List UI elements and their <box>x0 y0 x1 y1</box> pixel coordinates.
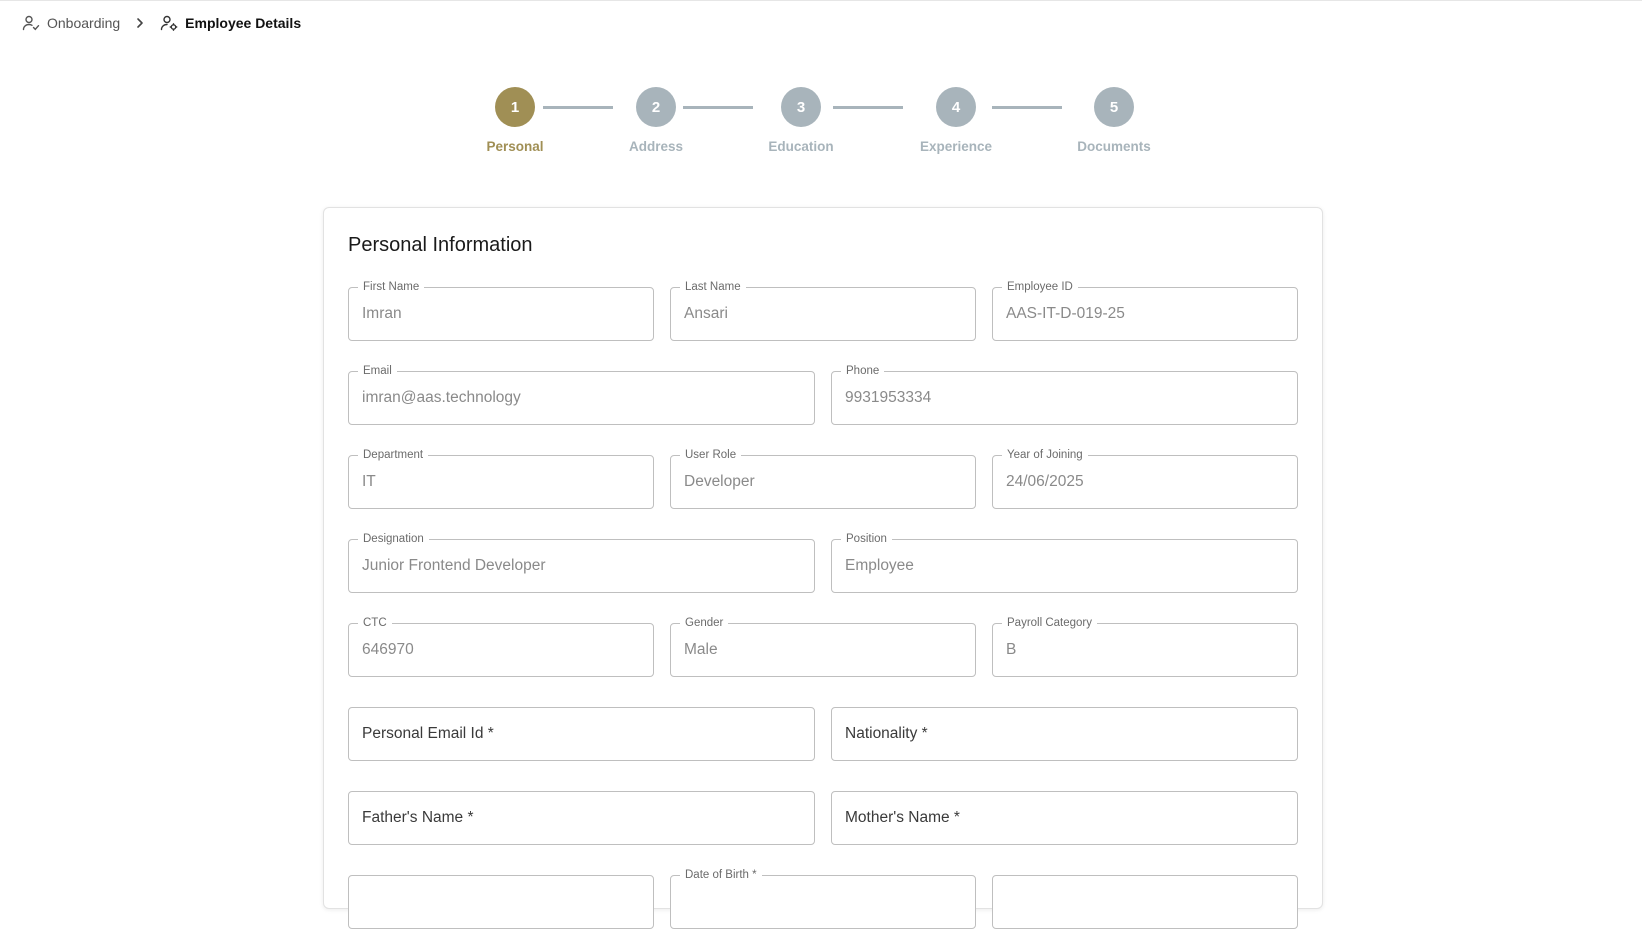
nationality-input[interactable] <box>832 708 1297 760</box>
ctc-input[interactable] <box>349 624 653 676</box>
employee-id-field: Employee ID <box>992 280 1298 341</box>
step-number: 5 <box>1094 87 1134 127</box>
ctc-field: CTC <box>348 616 654 677</box>
step-experience[interactable]: 4 Experience <box>896 87 1016 154</box>
step-number: 4 <box>936 87 976 127</box>
step-number: 1 <box>495 87 535 127</box>
employee-id-input[interactable] <box>993 288 1297 340</box>
email-input[interactable] <box>349 372 814 424</box>
step-documents[interactable]: 5 Documents <box>1054 87 1174 154</box>
row8-left-field <box>348 875 654 929</box>
first-name-field: First Name <box>348 280 654 341</box>
last-name-field: Last Name <box>670 280 976 341</box>
onboarding-stepper: 1 Personal 2 Address 3 Education 4 Exper… <box>0 0 1642 160</box>
designation-field: Designation <box>348 532 815 593</box>
first-name-input[interactable] <box>349 288 653 340</box>
step-label: Experience <box>919 139 993 154</box>
last-name-input[interactable] <box>671 288 975 340</box>
personal-email-input[interactable] <box>349 708 814 760</box>
mothers-name-field <box>831 791 1298 845</box>
position-input[interactable] <box>832 540 1297 592</box>
payroll-category-field: Payroll Category <box>992 616 1298 677</box>
step-number: 2 <box>636 87 676 127</box>
mothers-name-input[interactable] <box>832 792 1297 844</box>
position-field: Position <box>831 532 1298 593</box>
year-of-joining-field: Year of Joining <box>992 448 1298 509</box>
row8-right-field <box>992 875 1298 929</box>
step-education[interactable]: 3 Education <box>741 87 861 154</box>
payroll-category-input[interactable] <box>993 624 1297 676</box>
year-of-joining-input[interactable] <box>993 456 1297 508</box>
step-number: 3 <box>781 87 821 127</box>
step-label: Education <box>768 139 834 154</box>
email-field: Email <box>348 364 815 425</box>
nationality-field <box>831 707 1298 761</box>
step-personal[interactable]: 1 Personal <box>455 87 575 154</box>
user-role-field: User Role <box>670 448 976 509</box>
personal-information-card: Personal Information First Name Last Nam… <box>323 207 1323 929</box>
user-role-input[interactable] <box>671 456 975 508</box>
step-label: Documents <box>1077 139 1151 154</box>
section-title: Personal Information <box>348 234 533 256</box>
phone-field: Phone <box>831 364 1298 425</box>
personal-email-field <box>348 707 815 761</box>
gender-field: Gender <box>670 616 976 677</box>
date-of-birth-input[interactable] <box>671 876 975 928</box>
gender-input[interactable] <box>671 624 975 676</box>
row8-left-input[interactable] <box>349 876 653 928</box>
step-label: Address <box>628 139 684 154</box>
date-of-birth-field: Date of Birth * <box>670 868 976 929</box>
designation-input[interactable] <box>349 540 814 592</box>
fathers-name-input[interactable] <box>349 792 814 844</box>
step-address[interactable]: 2 Address <box>596 87 716 154</box>
step-label: Personal <box>486 139 544 154</box>
phone-input[interactable] <box>832 372 1297 424</box>
department-field: Department <box>348 448 654 509</box>
row8-right-input[interactable] <box>993 876 1297 928</box>
fathers-name-field <box>348 791 815 845</box>
department-input[interactable] <box>349 456 653 508</box>
